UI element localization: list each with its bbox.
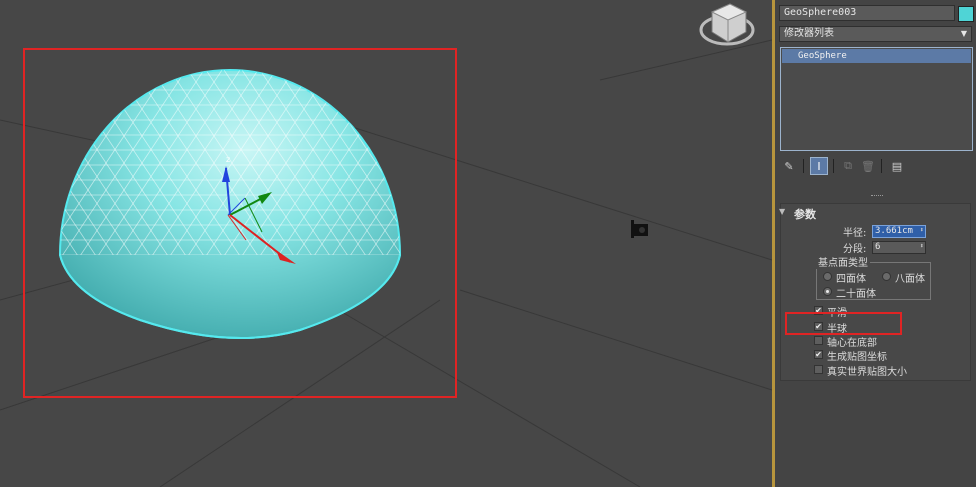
object-color-swatch[interactable] [958, 6, 974, 22]
chevron-down-icon: ▼ [960, 29, 967, 38]
radio-octa[interactable] [882, 272, 891, 281]
parameters-rollout: ▼ 参数 半径: 3.661cm ⬍ 分段: 6 ⬍ 基点面类型 四面体 八面体… [779, 203, 971, 381]
gen-map-coords-checkbox[interactable]: ✔ [814, 350, 823, 359]
base-to-pivot-label[interactable]: 轴心在底部 [827, 334, 877, 349]
modifier-list-label: 修改器列表 [784, 28, 834, 39]
radius-spinner[interactable]: 3.661cm ⬍ [872, 225, 926, 238]
camera-object-icon[interactable] [631, 220, 648, 238]
show-end-result-icon[interactable]: Ⅰ [810, 157, 828, 175]
real-world-map-size-label[interactable]: 真实世界贴图大小 [827, 363, 907, 378]
configure-modifier-sets-icon[interactable]: ▤ [888, 157, 906, 175]
spinner-arrows-icon[interactable]: ⬍ [920, 241, 924, 252]
radio-tetra-label[interactable]: 四面体 [836, 270, 866, 285]
radius-label: 半径: [843, 228, 867, 239]
stack-item-geosphere[interactable]: GeoSphere [782, 49, 971, 63]
highlight-hemisphere-option [785, 312, 902, 335]
remove-modifier-icon[interactable]: 🗑 [859, 157, 877, 175]
radio-icosa-label[interactable]: 二十面体 [836, 285, 876, 300]
spinner-arrows-icon[interactable]: ⬍ [920, 225, 924, 236]
segments-spinner[interactable]: 6 ⬍ [872, 241, 926, 254]
command-panel: GeoSphere003 修改器列表 ▼ GeoSphere ✎ Ⅰ ⧉ 🗑 ▤… [775, 0, 976, 487]
real-world-map-size-checkbox[interactable] [814, 365, 823, 374]
toolbar-separator [881, 159, 882, 173]
base-type-label: 基点面类型 [816, 254, 870, 269]
make-unique-icon[interactable]: ⧉ [839, 157, 857, 175]
radio-tetra[interactable] [823, 272, 832, 281]
pin-stack-icon[interactable]: ✎ [780, 157, 798, 175]
segments-label: 分段: [843, 244, 867, 255]
toolbar-separator [833, 159, 834, 173]
viewcube[interactable] [699, 3, 755, 46]
radius-value: 3.661cm [875, 226, 913, 236]
modifier-list-dropdown[interactable]: 修改器列表 ▼ [779, 26, 972, 42]
radio-octa-label[interactable]: 八面体 [895, 270, 925, 285]
panel-resize-grip[interactable] [871, 195, 883, 198]
rollout-toggle-icon[interactable]: ▼ [779, 207, 785, 216]
base-to-pivot-checkbox[interactable] [814, 336, 823, 345]
rollout-title[interactable]: 参数 [794, 206, 816, 222]
modifier-stack[interactable]: GeoSphere [780, 47, 973, 151]
gen-map-coords-label[interactable]: 生成贴图坐标 [827, 348, 887, 363]
highlight-viewport-selection [23, 48, 457, 398]
radio-icosa[interactable] [823, 287, 832, 296]
object-name-field[interactable]: GeoSphere003 [779, 5, 955, 21]
viewport-perspective[interactable]: z [0, 0, 772, 487]
segments-value: 6 [875, 242, 881, 252]
toolbar-separator [803, 159, 804, 173]
